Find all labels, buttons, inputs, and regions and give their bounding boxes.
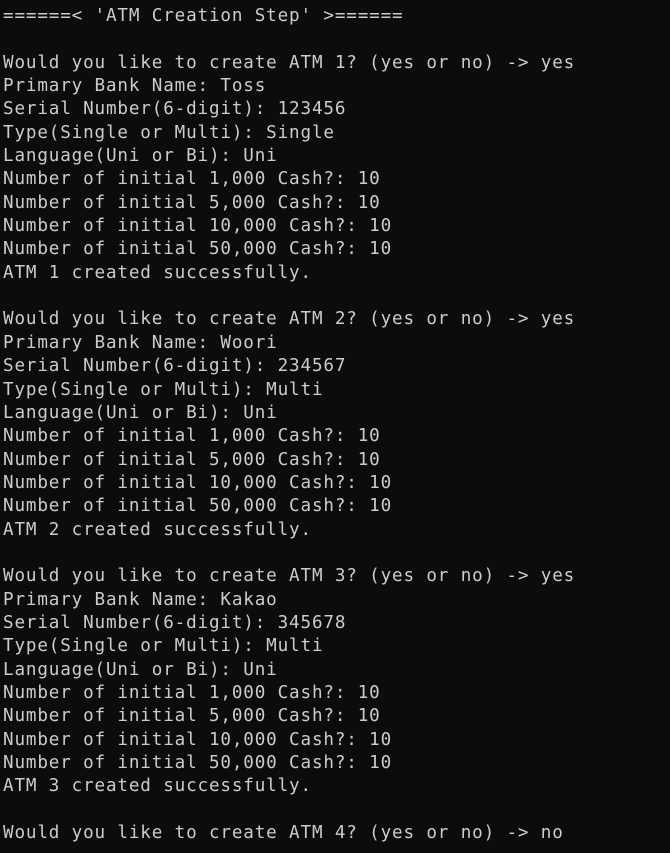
terminal-line: Would you like to create ATM 4? (yes or … — [3, 823, 564, 844]
terminal-line: Serial Number(6-digit): 123456 — [3, 99, 347, 120]
terminal-line: Serial Number(6-digit): 345678 — [3, 612, 347, 633]
terminal-line: Number of initial 10,000 Cash?: 10 — [3, 216, 393, 237]
terminal-line: Number of initial 50,000 Cash?: 10 — [3, 496, 393, 517]
terminal-line: Number of initial 1,000 Cash?: 10 — [3, 682, 381, 703]
terminal-line: Would you like to create ATM 1? (yes or … — [3, 52, 576, 73]
terminal-line: Type(Single or Multi): Multi — [3, 636, 324, 657]
terminal-line: Primary Bank Name: Woori — [3, 332, 278, 353]
terminal-line: ATM 3 created successfully. — [3, 776, 312, 797]
terminal-line: Language(Uni or Bi): Uni — [3, 659, 278, 680]
terminal-output[interactable]: ======< 'ATM Creation Step' >====== Would… — [3, 5, 575, 845]
terminal-line: Number of initial 5,000 Cash?: 10 — [3, 706, 381, 727]
terminal-line: Number of initial 5,000 Cash?: 10 — [3, 192, 381, 213]
terminal-line: Number of initial 1,000 Cash?: 10 — [3, 426, 381, 447]
terminal-line: Number of initial 5,000 Cash?: 10 — [3, 449, 381, 470]
terminal-line: ======< 'ATM Creation Step' >====== — [3, 6, 404, 26]
terminal-line: Type(Single or Multi): Multi — [3, 379, 324, 400]
terminal-line: Language(Uni or Bi): Uni — [3, 146, 278, 167]
terminal-line: Primary Bank Name: Kakao — [3, 589, 278, 610]
terminal-line: Type(Single or Multi): Single — [3, 122, 335, 143]
terminal-line: Number of initial 50,000 Cash?: 10 — [3, 753, 393, 773]
terminal-line: Would you like to create ATM 2? (yes or … — [3, 309, 576, 330]
terminal-line: ATM 2 created successfully. — [3, 519, 312, 540]
terminal-line: Primary Bank Name: Toss — [3, 76, 267, 97]
terminal-line: Serial Number(6-digit): 234567 — [3, 356, 347, 377]
terminal-line: Number of initial 10,000 Cash?: 10 — [3, 472, 393, 493]
terminal-line: Number of initial 1,000 Cash?: 10 — [3, 169, 381, 190]
terminal-line: Language(Uni or Bi): Uni — [3, 402, 278, 423]
terminal-line: Number of initial 10,000 Cash?: 10 — [3, 729, 393, 750]
terminal-line: ATM 1 created successfully. — [3, 262, 312, 283]
terminal-line: Number of initial 50,000 Cash?: 10 — [3, 239, 393, 260]
terminal-line: Would you like to create ATM 3? (yes or … — [3, 566, 576, 587]
